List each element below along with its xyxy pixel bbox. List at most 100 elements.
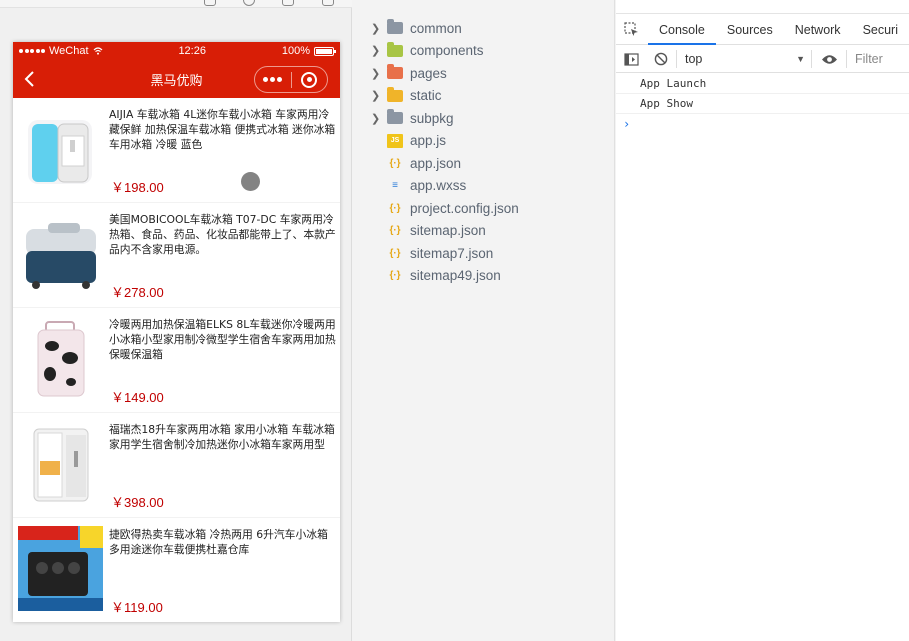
wifi-icon — [93, 47, 102, 55]
goods-item[interactable]: 捷欧得热卖车载冰箱 冷热两用 6升汽车小冰箱 多用途迷你车载便携杜嘉仓库 ￥11… — [13, 518, 340, 622]
folder-item[interactable]: ❯ static — [353, 85, 615, 108]
live-expression-eye-icon[interactable] — [812, 46, 846, 72]
goods-price: ￥119.00 — [111, 600, 163, 615]
tree-item-label: sitemap49.json — [410, 268, 501, 284]
tab-sources[interactable]: Sources — [716, 15, 784, 44]
context-select[interactable]: top ▼ — [677, 46, 811, 72]
file-item[interactable]: {·} app.json — [353, 152, 615, 175]
battery-icon — [314, 46, 336, 56]
product-image — [33, 428, 89, 502]
tree-item-label: app.js — [410, 133, 447, 149]
console-output: App Launch App Show › — [616, 74, 909, 134]
dropdown-arrow-icon: ▼ — [796, 54, 805, 64]
simulator-pane: WeChat 12:26 100% 黑马优购 AIJIA 车载冰箱 4L迷你车载… — [0, 0, 352, 641]
product-image — [37, 321, 85, 397]
chevron-right-icon[interactable]: ❯ — [371, 22, 385, 35]
tree-item-label: app.json — [410, 155, 462, 171]
folder-item[interactable]: ❯ subpkg — [353, 107, 615, 130]
tree-item-label: common — [410, 20, 462, 36]
menu-capsule — [254, 66, 328, 93]
devtools-pane: Console Sources Network Securi top ▼ Fil… — [616, 0, 909, 641]
devtools-tabs: Console Sources Network Securi — [616, 15, 909, 45]
goods-price: ￥398.00 — [111, 495, 164, 510]
goods-price: ￥149.00 — [111, 390, 164, 405]
tree-item-label: components — [410, 43, 484, 59]
tab-console[interactable]: Console — [647, 15, 716, 45]
js-file-icon: JS — [387, 133, 403, 148]
file-item[interactable]: {·} sitemap49.json — [353, 265, 615, 288]
goods-name: 福瑞杰18升车家两用冰箱 家用小冰箱 车载冰箱家用学生宿舍制冷加热迷你小冰箱车家… — [109, 423, 335, 451]
file-item[interactable]: {·} sitemap7.json — [353, 242, 615, 265]
toolbar-icon[interactable] — [322, 0, 334, 6]
console-toolbar: top ▼ Filter — [616, 46, 909, 73]
goods-item[interactable]: AIJIA 车载冰箱 4L迷你车载小冰箱 车家两用冷藏保鲜 加热保温车载冰箱 便… — [13, 98, 340, 203]
folder-item[interactable]: ❯ common — [353, 17, 615, 40]
toolbar-icon[interactable] — [204, 0, 216, 6]
file-tree: ❯ common ❯ components ❯ pages ❯ static ❯ subpkg JS… — [353, 17, 615, 287]
json-file-icon: {·} — [389, 270, 401, 282]
inspect-element-icon[interactable] — [616, 15, 648, 44]
simulator-toolbar — [0, 0, 352, 8]
console-log-line: App Show — [616, 94, 909, 114]
tree-item-label: project.config.json — [410, 200, 519, 216]
toolbar-icon[interactable] — [243, 0, 255, 6]
goods-name: 捷欧得热卖车载冰箱 冷热两用 6升汽车小冰箱 多用途迷你车载便携杜嘉仓库 — [109, 528, 328, 556]
folder-icon — [387, 19, 403, 35]
console-prompt[interactable]: › — [616, 114, 909, 134]
json-file-icon: {·} — [389, 202, 401, 214]
battery-percent: 100% — [281, 45, 310, 57]
folder-icon — [387, 86, 403, 102]
folder-item[interactable]: ❯ components — [353, 40, 615, 63]
file-item[interactable]: JS app.js — [353, 130, 615, 153]
file-explorer: ❯ common ❯ components ❯ pages ❯ static ❯ subpkg JS… — [353, 0, 615, 641]
chevron-right-icon[interactable]: ❯ — [371, 112, 385, 125]
tree-item-label: static — [410, 88, 442, 104]
goods-price: ￥198.00 — [111, 180, 164, 195]
phone-screen: WeChat 12:26 100% 黑马优购 AIJIA 车载冰箱 4L迷你车载… — [13, 42, 340, 622]
goods-list: AIJIA 车载冰箱 4L迷你车载小冰箱 车家两用冷藏保鲜 加热保温车载冰箱 便… — [13, 98, 340, 622]
more-icon[interactable] — [255, 67, 291, 92]
goods-name: AIJIA 车载冰箱 4L迷你车载小冰箱 车家两用冷藏保鲜 加热保温车载冰箱 便… — [109, 108, 336, 151]
folder-icon — [387, 109, 403, 125]
product-image — [26, 223, 96, 289]
tab-network[interactable]: Network — [784, 15, 852, 44]
json-file-icon: {·} — [389, 247, 401, 259]
explorer-header — [353, 0, 614, 8]
goods-item[interactable]: 美国MOBICOOL车载冰箱 T07-DC 车家两用冷热箱、食品、药品、化妆品都… — [13, 203, 340, 308]
signal-icon — [19, 49, 45, 53]
wxss-file-icon: ≡ — [392, 180, 398, 192]
clear-console-icon[interactable] — [646, 46, 676, 72]
folder-icon — [387, 64, 403, 80]
close-miniprogram-icon[interactable] — [291, 67, 327, 92]
ide-window: WeChat 12:26 100% 黑马优购 AIJIA 车载冰箱 4L迷你车载… — [0, 0, 909, 641]
goods-item[interactable]: 福瑞杰18升车家两用冰箱 家用小冰箱 车载冰箱家用学生宿舍制冷加热迷你小冰箱车家… — [13, 413, 340, 518]
tree-item-label: pages — [410, 65, 447, 81]
folder-icon — [387, 41, 403, 57]
navigation-bar: 黑马优购 — [13, 60, 340, 98]
folder-item[interactable]: ❯ pages — [353, 62, 615, 85]
filter-input[interactable]: Filter — [847, 52, 883, 66]
touch-cursor — [241, 172, 260, 191]
console-log-line: App Launch — [616, 74, 909, 94]
tree-item-label: subpkg — [410, 110, 454, 126]
product-image — [18, 526, 103, 611]
goods-item[interactable]: 冷暖两用加热保温箱ELKS 8L车载迷你冷暖两用小冰箱小型家用制冷微型学生宿舍车… — [13, 308, 340, 413]
goods-name: 冷暖两用加热保温箱ELKS 8L车载迷你冷暖两用小冰箱小型家用制冷微型学生宿舍车… — [109, 318, 336, 361]
chevron-right-icon[interactable]: ❯ — [371, 67, 385, 80]
tree-item-label: sitemap7.json — [410, 245, 494, 261]
carrier-label: WeChat — [49, 45, 89, 57]
file-item[interactable]: ≡ app.wxss — [353, 175, 615, 198]
json-file-icon: {·} — [389, 225, 401, 237]
goods-price: ￥278.00 — [111, 285, 164, 300]
sidebar-toggle-icon[interactable] — [616, 46, 646, 72]
devtools-header — [616, 0, 909, 14]
file-item[interactable]: {·} sitemap.json — [353, 220, 615, 243]
file-item[interactable]: {·} project.config.json — [353, 197, 615, 220]
tree-item-label: app.wxss — [410, 178, 467, 194]
json-file-icon: {·} — [389, 157, 401, 169]
chevron-right-icon[interactable]: ❯ — [371, 89, 385, 102]
chevron-right-icon[interactable]: ❯ — [371, 44, 385, 57]
toolbar-icon[interactable] — [282, 0, 294, 6]
tab-security[interactable]: Securi — [852, 15, 909, 44]
product-image — [28, 120, 92, 184]
